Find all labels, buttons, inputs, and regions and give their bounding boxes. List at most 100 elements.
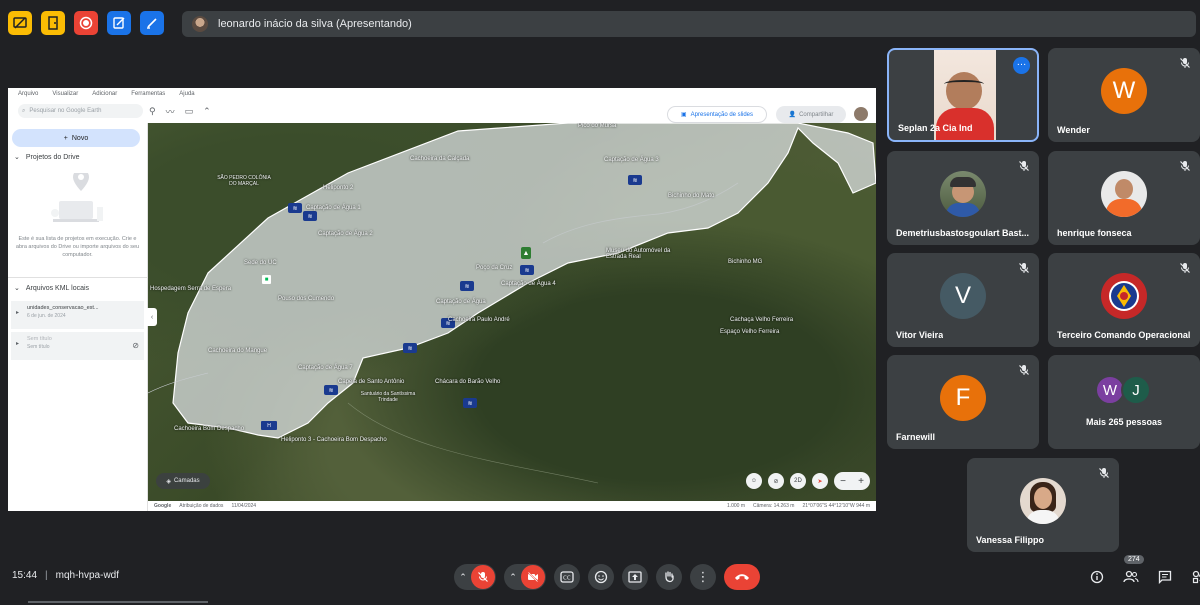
avatar: J — [1121, 375, 1151, 405]
notes-icon[interactable] — [107, 11, 131, 35]
imagery-date: 11/04/2024 — [231, 503, 257, 509]
chat-button[interactable] — [1156, 568, 1174, 586]
hang-up-icon — [735, 574, 749, 580]
video-options-chevron-icon[interactable]: ⌃ — [505, 572, 521, 583]
more-options-icon[interactable]: … — [1013, 57, 1030, 74]
slides-button[interactable]: ▣ Apresentação de slides — [667, 106, 767, 123]
participant-tile[interactable]: Demetriusbastosgoulart Bast... — [887, 151, 1039, 245]
headquarters-icon[interactable]: ■ — [262, 275, 271, 284]
zoom-out-button[interactable]: − — [840, 476, 846, 487]
new-button[interactable]: + Novo — [12, 129, 140, 147]
drive-projects-header[interactable]: ⌄ Projetos do Drive — [8, 147, 147, 167]
participant-name: Demetriusbastosgoulart Bast... — [896, 228, 1030, 238]
kml-item[interactable]: ▸ unidades_conservacao_est... 6 de jun. … — [11, 301, 144, 329]
participant-tile[interactable]: … Seplan 2a Cia Ind — [887, 48, 1039, 142]
map-label: Cachaça Velho Ferreira — [730, 317, 794, 323]
captions-button[interactable]: CC — [554, 564, 580, 590]
map-label: Pico do Mursa — [578, 123, 617, 129]
layers-button[interactable]: ◈ Camadas — [156, 473, 210, 489]
edit-icon[interactable] — [140, 11, 164, 35]
participant-tile[interactable]: W Wender — [1048, 48, 1200, 142]
menu-visualizar[interactable]: Visualizar — [52, 91, 78, 97]
no-location-icon[interactable]: ⊘ — [768, 473, 784, 489]
present-button[interactable] — [622, 564, 648, 590]
tree-icon[interactable]: ▲ — [521, 247, 531, 259]
screen-share-icon[interactable] — [8, 11, 32, 35]
water-capture-icon[interactable]: ≋ — [460, 281, 474, 291]
menu-ajuda[interactable]: Ajuda — [179, 91, 194, 97]
water-capture-icon[interactable]: ≋ — [463, 398, 477, 408]
raise-hand-button[interactable] — [656, 564, 682, 590]
menu-arquivo[interactable]: Arquivo — [18, 91, 38, 97]
participant-tile[interactable]: Vanessa Filippo — [967, 458, 1119, 552]
placemark-icon[interactable]: ⚲ — [149, 106, 156, 117]
visibility-off-icon[interactable]: ⊘ — [132, 341, 139, 350]
earth-toolbar: ⌕ Pesquisar no Google Earth ⚲ 〰 ▭ ⌃ ▣ Ap… — [8, 99, 876, 123]
avatar — [940, 171, 986, 218]
participant-name: Farnewill — [896, 432, 936, 442]
participant-tile[interactable]: F Farnewill — [887, 355, 1039, 449]
captions-icon: CC — [560, 571, 574, 583]
meeting-code[interactable]: mqh-hvpa-wdf — [56, 570, 119, 581]
satellite-map[interactable]: ≋ ≋ ≋ ≋ ≋ ≋ ≋ ≋ ≋ ▲ ■ H Pico do Mursa Ca… — [148, 123, 876, 501]
water-capture-icon[interactable]: ≋ — [303, 211, 317, 221]
chevron-up-icon[interactable]: ⌃ — [203, 106, 211, 117]
mic-off-icon — [1018, 261, 1030, 273]
share-button[interactable]: 👤 Compartilhar — [776, 106, 846, 123]
participant-tile[interactable]: V Vitor Vieira — [887, 253, 1039, 347]
recording-icon[interactable] — [74, 11, 98, 35]
menu-ferramentas[interactable]: Ferramentas — [131, 91, 165, 97]
helipad-icon[interactable]: H — [261, 421, 277, 430]
earth-menu-bar: Arquivo Visualizar Adicionar Ferramentas… — [18, 91, 195, 97]
meeting-details-button[interactable] — [1088, 568, 1106, 586]
collapse-sidebar-button[interactable]: ‹ — [147, 308, 157, 326]
avatar: W — [1101, 68, 1147, 115]
map-label: Capela de Santo Antônio — [338, 379, 405, 385]
view-2d-button[interactable]: 2D — [790, 473, 806, 489]
earth-search-input[interactable]: ⌕ Pesquisar no Google Earth — [18, 104, 143, 118]
path-icon[interactable]: 〰 — [166, 105, 175, 118]
compass-icon[interactable]: ➤ — [812, 473, 828, 489]
camera-control: ⌃ — [504, 564, 546, 590]
shared-screen[interactable]: Arquivo Visualizar Adicionar Ferramentas… — [8, 88, 876, 511]
map-label: Sede do UC — [244, 260, 277, 266]
participant-tile[interactable]: Terceiro Comando Operacional — [1048, 253, 1200, 347]
drive-illustration — [43, 169, 113, 231]
water-capture-icon[interactable]: ≋ — [324, 385, 338, 395]
more-options-button[interactable]: ⋮ — [690, 564, 716, 590]
map-label: Cachoeira do Mangue — [208, 348, 268, 354]
ruler-icon[interactable]: ▭ — [185, 106, 194, 117]
room-icon[interactable] — [41, 11, 65, 35]
water-capture-icon[interactable]: ≋ — [628, 175, 642, 185]
earth-user-avatar[interactable] — [854, 107, 868, 121]
participant-tile[interactable]: henrique fonseca — [1048, 151, 1200, 245]
people-button[interactable]: 274 — [1122, 555, 1144, 586]
activities-button[interactable] — [1190, 568, 1200, 586]
mic-off-icon — [1098, 466, 1110, 478]
zoom-in-button[interactable]: + — [858, 476, 864, 487]
separator: | — [45, 570, 48, 581]
water-capture-icon[interactable]: ≋ — [403, 343, 417, 353]
water-capture-icon[interactable]: ≋ — [520, 265, 534, 275]
map-label: Captação de Água 3 — [604, 157, 659, 163]
people-icon — [1123, 570, 1139, 583]
leave-call-button[interactable] — [724, 564, 760, 590]
map-label: Captação de Água 1 — [306, 205, 361, 211]
water-capture-icon[interactable]: ≋ — [288, 203, 302, 213]
mic-toggle-button[interactable] — [471, 565, 495, 589]
imagery-attribution[interactable]: Atribuição de dados — [179, 503, 223, 509]
kml-section-header[interactable]: ⌄ Arquivos KML locais — [8, 278, 147, 298]
share-icon: 👤 — [788, 112, 797, 118]
audio-options-chevron-icon[interactable]: ⌃ — [455, 572, 471, 583]
camera-toggle-button[interactable] — [521, 565, 545, 589]
pegman-icon[interactable]: ☺ — [746, 473, 762, 489]
kml-item[interactable]: ▸ Sem título Sem título ⊘ — [11, 332, 144, 360]
map-label: SÃO PEDRO COLÔNIA DO MARÇAL — [217, 175, 271, 187]
menu-adicionar[interactable]: Adicionar — [92, 91, 117, 97]
svg-text:CC: CC — [563, 576, 571, 582]
reactions-button[interactable] — [588, 564, 614, 590]
layers-label: Camadas — [173, 478, 200, 484]
more-people-tile[interactable]: W J Mais 265 pessoas — [1048, 355, 1200, 449]
more-vert-icon: ⋮ — [696, 569, 710, 584]
clock: 15:44 — [12, 570, 38, 581]
